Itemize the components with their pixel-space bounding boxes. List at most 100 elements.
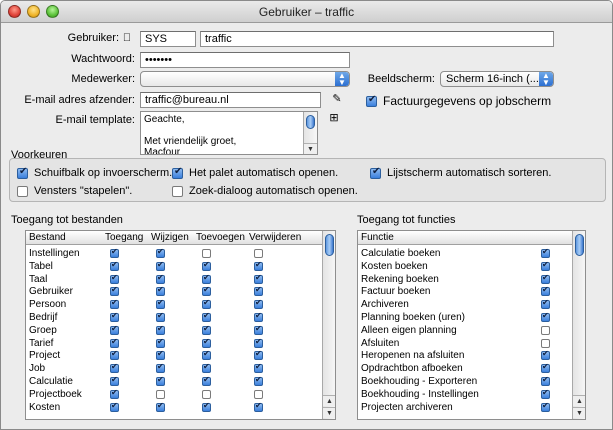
function-checkbox[interactable] — [541, 388, 550, 399]
access-checkbox[interactable] — [110, 375, 119, 386]
scroll-thumb[interactable] — [325, 234, 334, 256]
access-checkbox[interactable] — [202, 362, 211, 374]
access-checkbox[interactable] — [202, 324, 211, 335]
access-checkbox[interactable] — [202, 375, 211, 386]
scroll-down-arrow[interactable]: ▼ — [323, 407, 335, 418]
access-checkbox[interactable] — [156, 375, 165, 386]
function-checkbox[interactable] — [541, 401, 550, 412]
scroll-down-arrow[interactable]: ▼ — [573, 407, 585, 418]
access-checkbox[interactable] — [254, 375, 263, 386]
function-checkbox[interactable] — [541, 362, 550, 374]
access-checkbox[interactable] — [254, 260, 263, 271]
function-checkbox[interactable] — [541, 260, 550, 271]
access-checkbox[interactable] — [254, 401, 263, 412]
files-list[interactable]: Bestand Toegang Wijzigen Toevoegen Verwi… — [25, 230, 336, 420]
access-checkbox[interactable] — [156, 260, 165, 271]
pref-checkbox[interactable] — [370, 166, 381, 179]
access-checkbox[interactable] — [254, 311, 263, 322]
access-checkbox[interactable] — [110, 285, 119, 297]
scroll-thumb[interactable] — [575, 234, 584, 256]
pref-item[interactable]: Lijstscherm automatisch sorteren. — [370, 166, 551, 179]
email-field[interactable]: traffic@bureau.nl — [140, 92, 321, 108]
edit-document-icon[interactable]: ✎ — [330, 92, 344, 106]
pref-checkbox[interactable] — [172, 185, 183, 197]
access-checkbox[interactable] — [110, 349, 119, 361]
pref-item[interactable]: Schuifbalk op invoerscherm. — [17, 166, 172, 179]
access-checkbox[interactable] — [202, 260, 211, 271]
access-checkbox[interactable] — [110, 324, 119, 335]
files-scrollbar[interactable]: ▲ ▼ — [322, 231, 335, 419]
access-checkbox[interactable] — [110, 388, 119, 399]
employee-popup[interactable]: ▲ ▼ — [140, 71, 350, 87]
access-checkbox[interactable] — [254, 362, 263, 374]
access-checkbox[interactable] — [156, 273, 165, 284]
access-checkbox[interactable] — [202, 273, 211, 284]
function-checkbox[interactable] — [541, 349, 550, 361]
user-code-field[interactable]: SYS — [140, 31, 196, 47]
access-checkbox[interactable] — [156, 311, 165, 322]
access-checkbox[interactable] — [110, 311, 119, 322]
pref-checkbox[interactable] — [17, 166, 28, 179]
access-checkbox[interactable] — [110, 247, 119, 258]
functions-list[interactable]: Functie Calculatie boekenKosten boekenRe… — [357, 230, 586, 420]
invoice-checkbox[interactable] — [366, 94, 377, 108]
access-checkbox[interactable] — [254, 389, 263, 399]
access-checkbox[interactable] — [156, 362, 165, 374]
scroll-thumb[interactable] — [306, 115, 315, 129]
access-checkbox[interactable] — [254, 249, 263, 258]
access-checkbox[interactable] — [254, 298, 263, 310]
scroll-up-arrow[interactable]: ▲ — [573, 395, 585, 406]
access-checkbox[interactable] — [202, 337, 211, 348]
pref-item[interactable]: Zoek-dialoog automatisch openen. — [172, 185, 358, 197]
access-checkbox[interactable] — [254, 285, 263, 297]
access-checkbox[interactable] — [156, 285, 165, 297]
access-checkbox[interactable] — [156, 324, 165, 335]
expand-icon[interactable]: ⊞ — [327, 111, 341, 125]
access-checkbox[interactable] — [110, 337, 119, 348]
pref-item[interactable]: Het palet automatisch openen. — [172, 166, 338, 179]
screen-popup[interactable]: Scherm 16-inch (... ▲ ▼ — [440, 71, 554, 87]
access-checkbox[interactable] — [110, 362, 119, 374]
scroll-up-arrow[interactable]: ▲ — [323, 395, 335, 406]
access-checkbox[interactable] — [156, 337, 165, 348]
function-checkbox[interactable] — [541, 375, 550, 386]
scroll-down-arrow[interactable]: ▼ — [304, 143, 317, 154]
access-checkbox[interactable] — [110, 273, 119, 284]
apple-icon:  — [120, 31, 134, 45]
invoice-checkbox-row[interactable]: Factuurgegevens op jobscherm — [366, 94, 551, 108]
password-field[interactable]: ••••••• — [140, 52, 350, 68]
access-checkbox[interactable] — [110, 260, 119, 271]
function-checkbox[interactable] — [541, 311, 550, 322]
function-checkbox[interactable] — [541, 338, 550, 348]
template-textarea[interactable]: Geachte, Met vriendelijk groet, Macfour … — [140, 111, 318, 155]
access-checkbox[interactable] — [202, 401, 211, 412]
function-checkbox[interactable] — [541, 298, 550, 310]
access-checkbox[interactable] — [110, 401, 119, 412]
pref-checkbox[interactable] — [172, 166, 183, 179]
access-checkbox[interactable] — [202, 349, 211, 361]
function-checkbox[interactable] — [541, 285, 550, 297]
functions-scrollbar[interactable]: ▲ ▼ — [572, 231, 585, 419]
pref-checkbox[interactable] — [17, 185, 28, 197]
access-checkbox[interactable] — [202, 249, 211, 258]
access-checkbox[interactable] — [202, 389, 211, 399]
access-checkbox[interactable] — [156, 298, 165, 310]
access-checkbox[interactable] — [202, 298, 211, 310]
access-checkbox[interactable] — [156, 247, 165, 258]
function-checkbox[interactable] — [541, 325, 550, 335]
access-checkbox[interactable] — [254, 349, 263, 361]
access-checkbox[interactable] — [156, 401, 165, 412]
pref-item[interactable]: Vensters "stapelen". — [17, 185, 132, 197]
template-scrollbar[interactable]: ▼ — [303, 112, 317, 154]
access-checkbox[interactable] — [202, 285, 211, 297]
access-checkbox[interactable] — [254, 324, 263, 335]
access-checkbox[interactable] — [202, 311, 211, 322]
user-name-field[interactable]: traffic — [200, 31, 554, 47]
access-checkbox[interactable] — [156, 389, 165, 399]
function-checkbox[interactable] — [541, 273, 550, 284]
access-checkbox[interactable] — [254, 337, 263, 348]
access-checkbox[interactable] — [254, 273, 263, 284]
access-checkbox[interactable] — [156, 349, 165, 361]
access-checkbox[interactable] — [110, 298, 119, 310]
function-checkbox[interactable] — [541, 247, 550, 258]
